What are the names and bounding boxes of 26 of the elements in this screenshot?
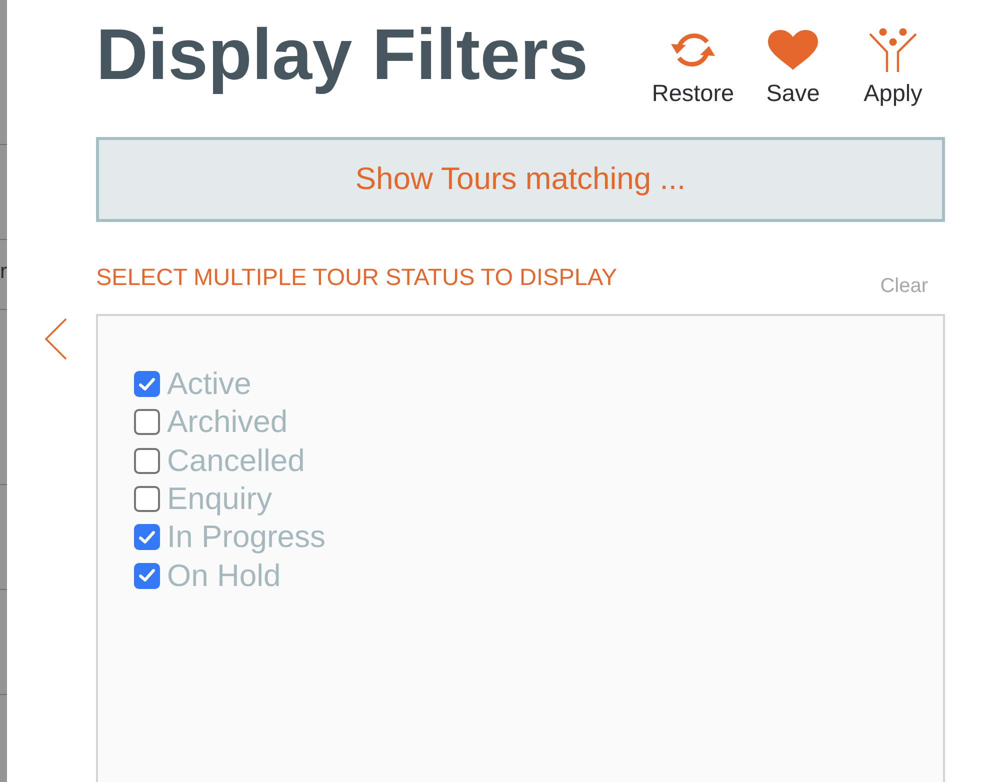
checkmark-icon — [139, 378, 155, 391]
checkbox-label[interactable]: In Progress — [167, 519, 326, 556]
checkbox-label[interactable]: Active — [167, 366, 252, 402]
checkbox[interactable] — [134, 371, 160, 398]
raised-arms-figure-icon — [869, 28, 917, 72]
checkbox-label[interactable]: Cancelled — [167, 442, 305, 479]
checkbox[interactable] — [134, 409, 160, 436]
checkbox-label[interactable]: Archived — [167, 404, 288, 440]
checkmark-icon — [139, 569, 155, 582]
checkbox[interactable] — [134, 562, 160, 589]
checkbox-label[interactable]: On Hold — [167, 558, 281, 594]
checkbox[interactable] — [134, 448, 160, 474]
checkbox[interactable] — [134, 486, 160, 512]
back-button[interactable] — [44, 318, 68, 360]
checkbox-label[interactable]: Enquiry — [167, 481, 272, 518]
chevron-left-icon — [44, 318, 68, 360]
section-heading: SELECT MULTIPLE TOUR STATUS TO DISPLAY — [96, 264, 618, 291]
apply-button[interactable]: Apply — [845, 28, 941, 106]
restore-button[interactable]: Restore — [645, 28, 741, 106]
checkbox[interactable] — [134, 524, 160, 550]
save-button[interactable]: Save — [745, 28, 841, 106]
banner-text: Show Tours matching ... — [355, 160, 686, 198]
background-panel-text: r — [0, 259, 7, 284]
clear-link[interactable]: Clear — [880, 275, 928, 298]
checkmark-icon — [139, 530, 155, 544]
heart-icon — [768, 30, 818, 70]
